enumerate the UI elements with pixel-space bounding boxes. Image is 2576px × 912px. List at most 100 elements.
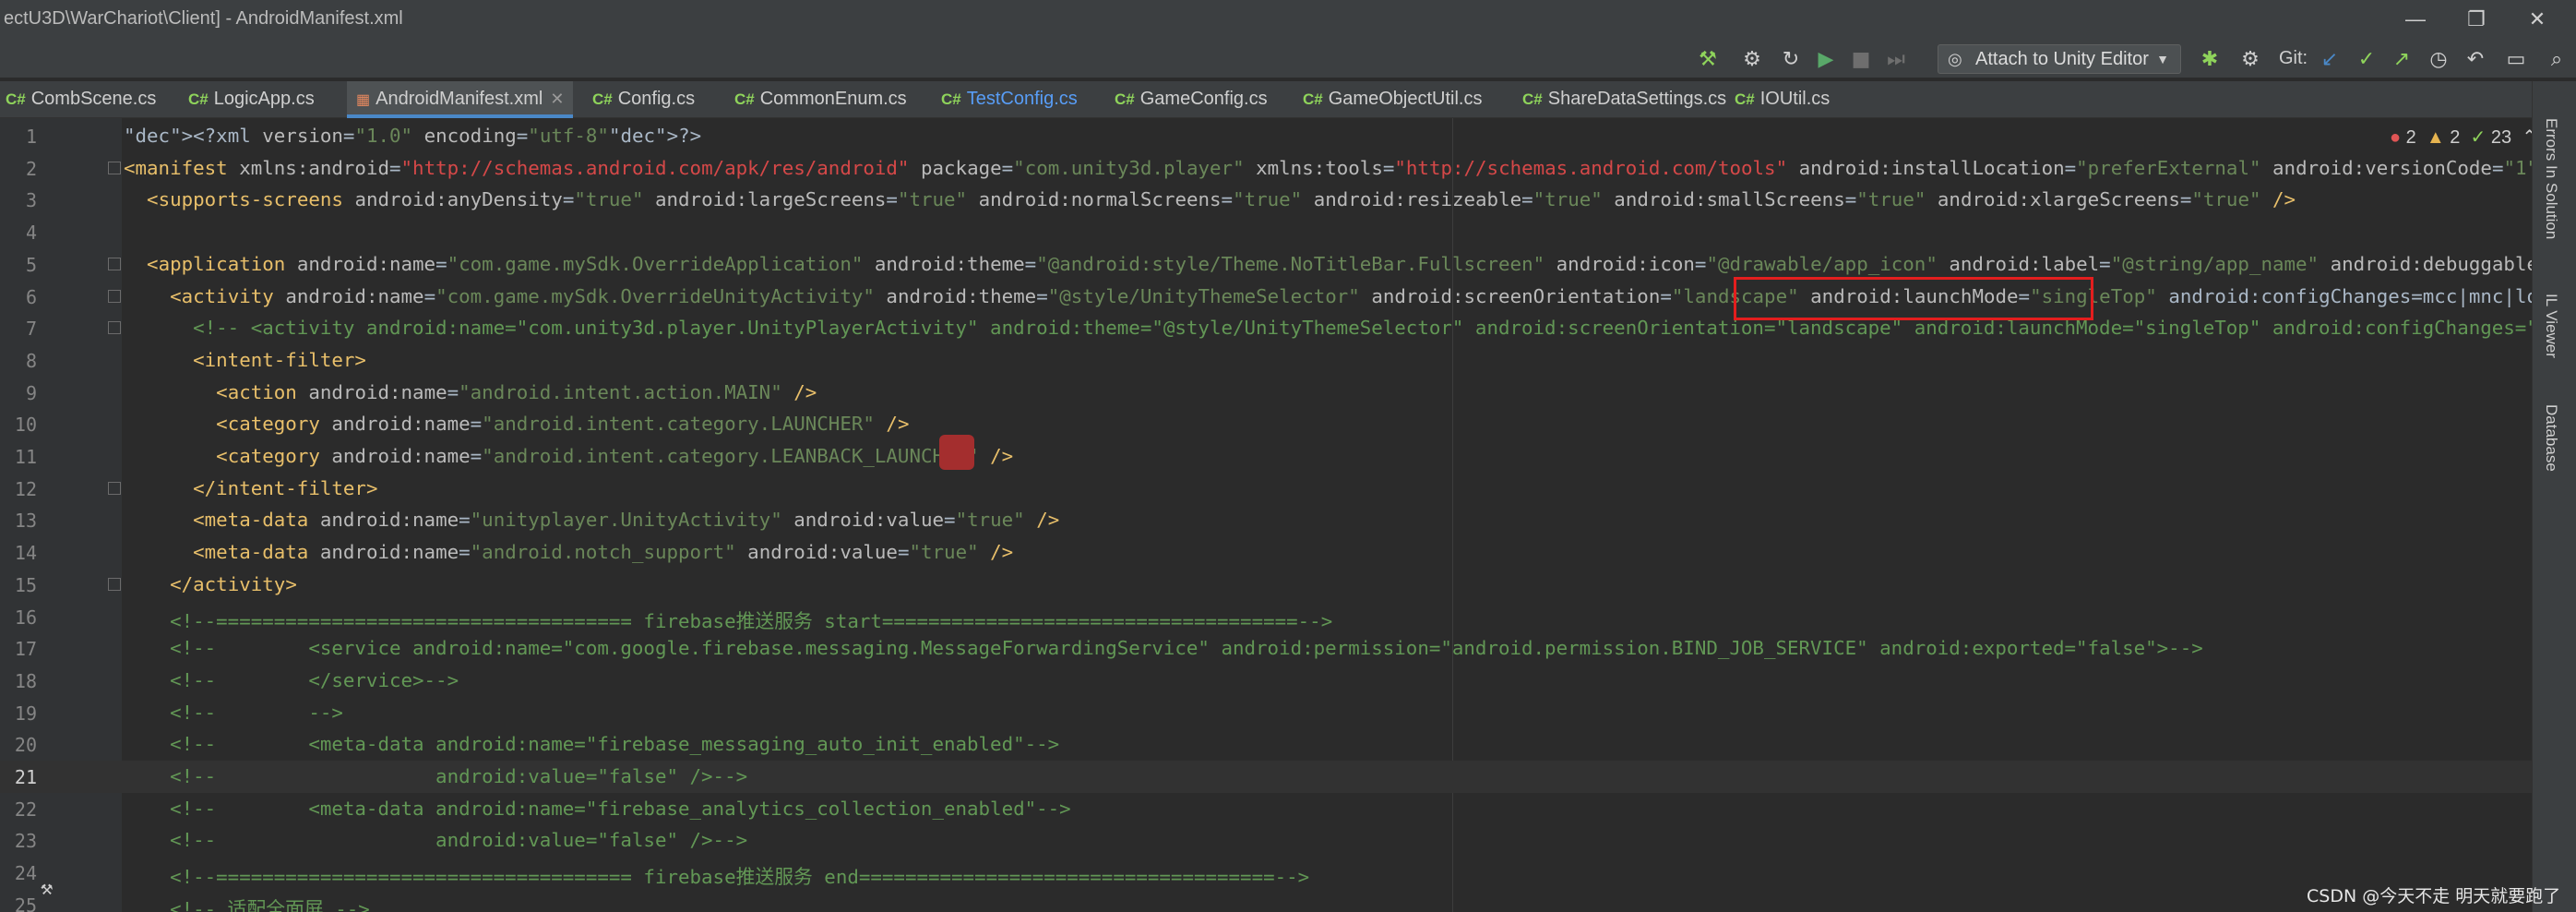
line-number: 8 [25, 349, 37, 372]
line-number: 16 [14, 606, 37, 629]
line-number: 9 [25, 381, 37, 404]
code-line[interactable]: 17 <!-- <service android:name="com.googl… [0, 632, 2532, 665]
il-viewer-tab[interactable]: IL Viewer [2542, 294, 2560, 358]
line-code: <!-- android:value="false" />--> [124, 829, 748, 852]
git-update-icon[interactable]: ↙ [2316, 46, 2343, 74]
fold-marker-icon[interactable] [108, 161, 121, 174]
line-code: <manifest xmlns:android="http://schemas.… [124, 156, 2532, 179]
line-code: <activity android:name="com.game.mySdk.O… [170, 284, 2532, 307]
minimize-button[interactable]: — [2399, 6, 2432, 33]
run-icon[interactable]: ▶ [1812, 46, 1840, 74]
fold-marker-icon[interactable] [108, 289, 121, 303]
line-number: 18 [14, 669, 37, 692]
code-line[interactable]: 12 </intent-filter> [0, 473, 2532, 505]
line-code: <!-- <activity android:name="com.unity3d… [124, 317, 2532, 340]
code-line[interactable]: 13 <meta-data android:name="unityplayer.… [0, 504, 2532, 536]
line-code: <!-- <meta-data android:name="firebase_a… [124, 797, 1071, 820]
fold-marker-icon[interactable] [108, 481, 121, 495]
attach-to-unity-dropdown[interactable]: ◎ Attach to Unity Editor ▼ [1938, 44, 2181, 74]
code-line[interactable]: 1 "dec"><?xml version="1.0" encoding="utf… [0, 120, 2532, 152]
code-line[interactable]: 2 <manifest xmlns:android="http://schemas… [0, 152, 2532, 185]
tab-commonenum[interactable]: C# CommonEnum.cs [734, 81, 907, 118]
line-number: 11 [14, 446, 37, 468]
tab-sharedatasettings[interactable]: C# ShareDataSettings.cs [1522, 81, 1726, 118]
debug-bug-icon[interactable]: ✱ [2196, 46, 2224, 74]
stop-icon[interactable]: ■ [1847, 46, 1875, 74]
line-code: </activity> [170, 572, 297, 595]
tab-gameobjectutil[interactable]: C# GameObjectUtil.cs [1303, 81, 1482, 118]
code-line[interactable]: 24 <!--=================================… [0, 857, 2532, 889]
line-number: 10 [14, 414, 37, 437]
code-line[interactable]: 15 </activity> [0, 569, 2532, 601]
line-number: 22 [14, 798, 37, 821]
code-editor[interactable]: 1 "dec"><?xml version="1.0" encoding="utf… [0, 118, 2532, 912]
code-line[interactable]: 25 <!-- 适配全面屏 --> [0, 889, 2532, 912]
build-config-icon[interactable]: ⚙ [1738, 46, 1766, 74]
line-number: 2 [25, 157, 37, 180]
search-icon[interactable]: ⌕ [2543, 46, 2570, 74]
code-line[interactable]: 6 <activity android:name="com.game.mySdk… [0, 281, 2532, 313]
line-number: 21 [14, 766, 37, 788]
line-code: <!-- android:value="false" />--> [124, 765, 748, 787]
history-icon[interactable]: ◷ [2425, 46, 2452, 74]
quick-fix-bulb-icon[interactable] [939, 435, 974, 470]
line-code: <!-- --> [124, 701, 343, 724]
line-number: 19 [14, 702, 37, 725]
code-line[interactable]: 9 <action android:name="android.intent.a… [0, 377, 2532, 409]
error-icon: ● [2390, 127, 2402, 148]
line-code: <!--====================================… [124, 609, 1333, 632]
code-line[interactable]: 16 <!--=================================… [0, 601, 2532, 633]
rollback-icon[interactable]: ↶ [2462, 46, 2489, 74]
line-number: 20 [14, 734, 37, 757]
tab-config[interactable]: C# Config.cs [592, 81, 695, 118]
code-line[interactable]: 10 <category android:name="android.inten… [0, 408, 2532, 440]
code-line[interactable]: 23 <!-- android:value="false" />--> [0, 824, 2532, 857]
line-number: 17 [14, 638, 37, 661]
close-button[interactable]: ✕ [2521, 6, 2554, 33]
fold-marker-icon[interactable] [108, 577, 121, 591]
code-line[interactable]: 11 <category android:name="android.inten… [0, 440, 2532, 473]
step-icon[interactable]: ⏭ [1882, 46, 1910, 74]
maximize-button[interactable]: ❐ [2460, 6, 2493, 33]
line-number: 25 [14, 894, 37, 912]
tab-ioutil[interactable]: C# IOUtil.cs [1735, 81, 1830, 118]
tab-testconfig[interactable]: C# TestConfig.cs [941, 81, 1078, 118]
code-line[interactable]: 18 <!-- </service>--> [0, 665, 2532, 697]
watermark: CSDN @今天不走 明天就要跑了 [2307, 886, 2561, 906]
errors-in-solution-tab[interactable]: Errors In Solution [2542, 118, 2560, 239]
code-line[interactable]: 5 <application android:name="com.game.my… [0, 248, 2532, 281]
tab-gameconfig[interactable]: C# GameConfig.cs [1115, 81, 1268, 118]
line-number: 13 [14, 510, 37, 533]
tab-combscene[interactable]: C# CombScene.cs [6, 81, 156, 118]
line-number: 5 [25, 253, 37, 276]
close-tab-icon[interactable]: ✕ [550, 90, 564, 108]
settings-icon[interactable]: ⚙ [2236, 46, 2264, 74]
line-code: <action android:name="android.intent.act… [216, 380, 817, 403]
code-line[interactable]: 20 <!-- <meta-data android:name="firebas… [0, 728, 2532, 761]
line-code: <category android:name="android.intent.c… [216, 445, 1014, 467]
git-commit-icon[interactable]: ✓ [2353, 46, 2380, 74]
line-number: 4 [25, 222, 37, 245]
code-line[interactable]: 14 <meta-data android:name="android.notc… [0, 536, 2532, 569]
layout-icon[interactable]: ▭ [2502, 46, 2530, 74]
chevron-down-icon: ▼ [2156, 52, 2169, 66]
line-number: 24 [14, 862, 37, 885]
database-tab[interactable]: Database [2542, 404, 2560, 472]
git-push-icon[interactable]: ↗ [2388, 46, 2415, 74]
code-line[interactable]: 4 [0, 216, 2532, 248]
code-line[interactable]: 21 <!-- android:value="false" />--> [0, 761, 2532, 793]
code-line[interactable]: 8 <intent-filter> [0, 344, 2532, 377]
code-line[interactable]: 3 <supports-screens android:anyDensity="… [0, 184, 2532, 216]
line-number: 3 [25, 189, 37, 212]
fold-marker-icon[interactable] [108, 321, 121, 335]
fold-marker-icon[interactable] [108, 257, 121, 270]
tab-androidmanifest[interactable]: ▦ AndroidManifest.xml ✕ [347, 81, 574, 118]
line-code: <meta-data android:name="unityplayer.Uni… [193, 509, 1060, 532]
build-hammer-icon[interactable]: ⚒ [1694, 46, 1722, 74]
refresh-icon[interactable]: ↻ [1777, 46, 1805, 74]
code-line[interactable]: 19 <!-- --> [0, 697, 2532, 729]
code-line[interactable]: 7 <!-- <activity android:name="com.unity… [0, 312, 2532, 344]
code-line[interactable]: 22 <!-- <meta-data android:name="firebas… [0, 793, 2532, 825]
git-label: Git: [2279, 48, 2308, 68]
tab-logicapp[interactable]: C# LogicApp.cs [188, 81, 315, 118]
